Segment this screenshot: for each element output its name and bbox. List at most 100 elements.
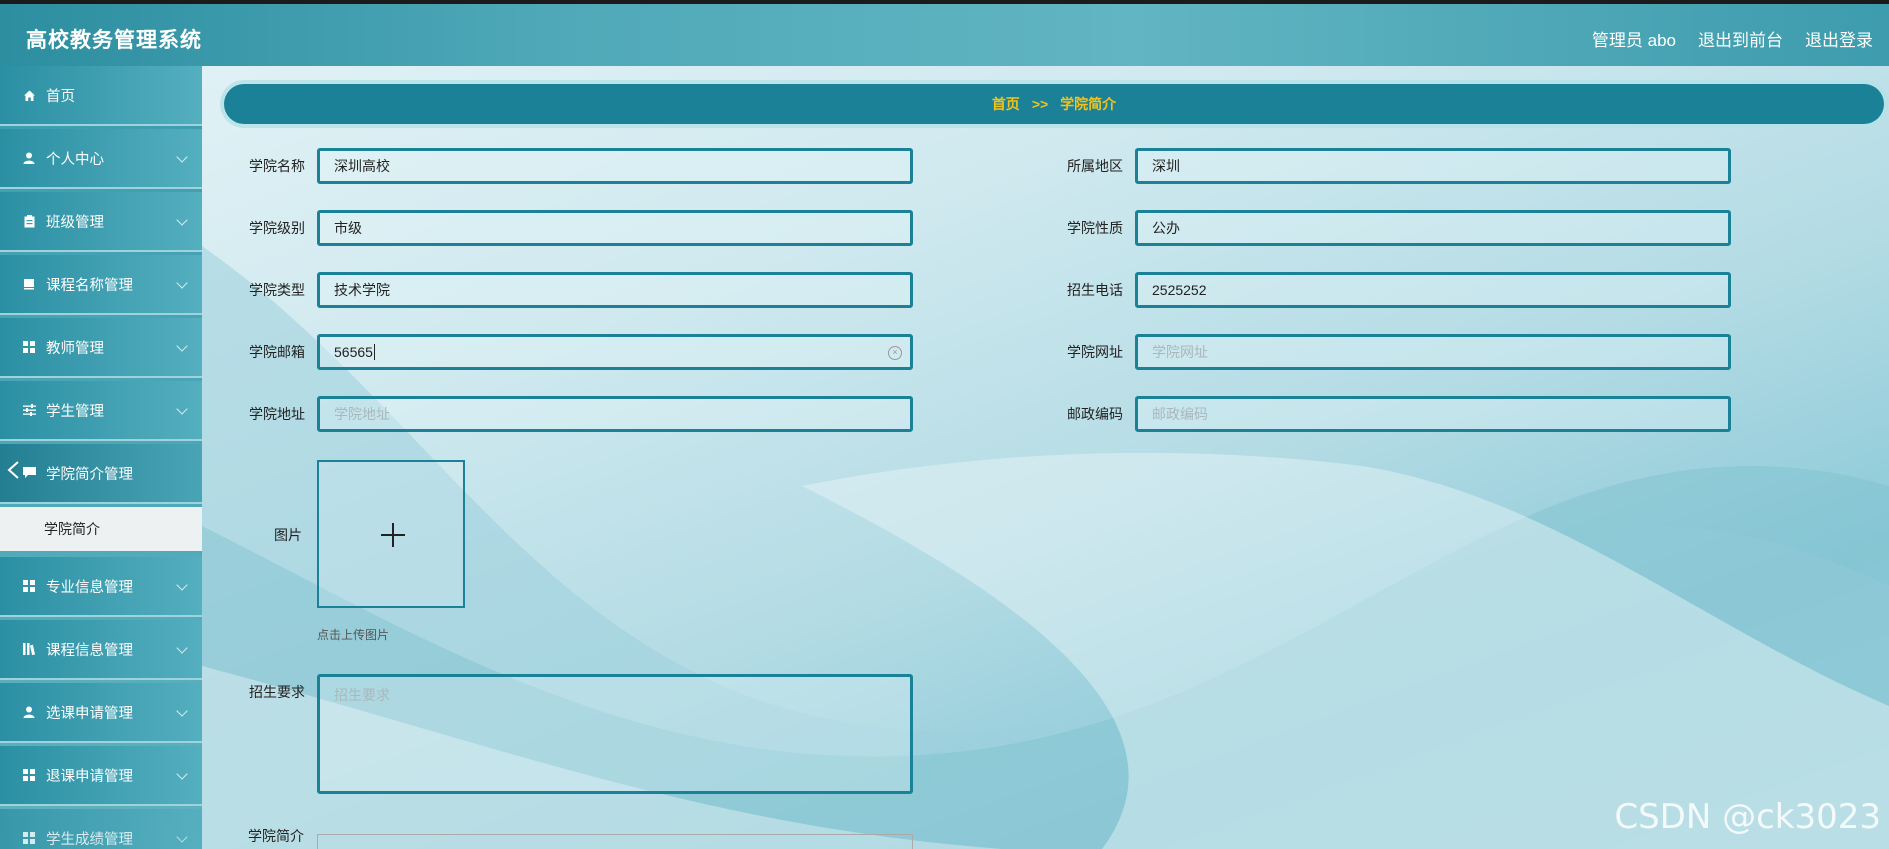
phone-input[interactable]: 2525252 — [1135, 272, 1731, 308]
breadcrumb-separator: >> — [1031, 96, 1049, 112]
email-value: 56565 — [334, 344, 373, 360]
field-label: 学院地址 — [249, 406, 305, 422]
sidebar-item-home[interactable]: 首页 — [0, 66, 202, 126]
address-input[interactable]: 学院地址 — [317, 396, 913, 432]
field-region: 所属地区 深圳 — [1053, 148, 1731, 184]
field-label: 学院性质 — [1067, 220, 1123, 236]
breadcrumb: 首页 >> 学院简介 — [224, 84, 1884, 124]
sidebar-item-label: 选课申请管理 — [46, 705, 133, 722]
region-input[interactable]: 深圳 — [1135, 148, 1731, 184]
bars-icon — [22, 642, 36, 656]
breadcrumb-current: 学院简介 — [1060, 96, 1117, 112]
sidebar-item-class[interactable]: 班级管理 — [0, 192, 202, 252]
website-input[interactable]: 学院网址 — [1135, 334, 1731, 370]
chevron-down-icon — [176, 642, 188, 654]
chevron-down-icon — [176, 831, 188, 843]
type-input[interactable]: 技术学院 — [317, 272, 913, 308]
chevron-down-icon — [176, 151, 188, 163]
sidebar-subitem-college-intro[interactable]: 学院简介 — [0, 507, 202, 551]
sidebar-item-personal[interactable]: 个人中心 — [0, 129, 202, 189]
sidebar-item-label: 退课申请管理 — [46, 768, 133, 785]
logout-link[interactable]: 退出登录 — [1805, 26, 1873, 51]
intro-label: 学院简介 — [248, 828, 304, 844]
image-label: 图片 — [274, 527, 302, 543]
user-icon — [22, 151, 36, 165]
sidebar-item-label: 教师管理 — [46, 340, 104, 357]
sidebar-item-teacher[interactable]: 教师管理 — [0, 318, 202, 378]
college-name-input[interactable]: 深圳高校 — [317, 148, 913, 184]
level-input[interactable]: 市级 — [317, 210, 913, 246]
clipboard-icon — [22, 214, 36, 228]
field-label: 招生要求 — [249, 684, 305, 700]
app-title: 高校教务管理系统 — [26, 29, 202, 52]
sidebar-item-grades[interactable]: 学生成绩管理 — [0, 809, 202, 849]
sidebar-item-course-name[interactable]: 课程名称管理 — [0, 255, 202, 315]
exit-to-front-link[interactable]: 退出到前台 — [1698, 26, 1783, 51]
sidebar-item-label: 学生管理 — [46, 403, 104, 420]
field-website: 学院网址 学院网址 — [1053, 334, 1731, 370]
grid-icon — [22, 340, 36, 354]
intro-editor[interactable] — [317, 834, 913, 849]
grid-icon — [22, 831, 36, 845]
text-caret — [373, 344, 375, 360]
field-nature: 学院性质 公办 — [1053, 210, 1731, 246]
field-label: 学院类型 — [249, 282, 305, 298]
chevron-left-icon — [7, 461, 19, 479]
sidebar-item-course-select[interactable]: 选课申请管理 — [0, 683, 202, 743]
grid-icon — [22, 768, 36, 782]
sidebar-item-label: 个人中心 — [46, 151, 104, 168]
field-requirements: 招生要求 招生要求 — [202, 674, 913, 794]
field-postcode: 邮政编码 邮政编码 — [1053, 396, 1731, 432]
sidebar-item-college-intro[interactable]: 学院简介管理 — [0, 444, 202, 504]
header-actions: 管理员 abo 退出到前台 退出登录 — [1592, 26, 1873, 51]
grid-icon — [22, 579, 36, 593]
field-label: 学院邮箱 — [249, 344, 305, 360]
clear-icon[interactable]: × — [888, 346, 902, 360]
sidebar: 首页 个人中心 班级管理 课程名称管理 教师管理 学生管理 学院简介管理 学院简… — [0, 66, 202, 849]
chevron-down-icon — [176, 579, 188, 591]
home-icon — [22, 88, 36, 102]
image-upload[interactable] — [317, 460, 465, 608]
field-label: 学院名称 — [249, 158, 305, 174]
chevron-down-icon — [176, 403, 188, 415]
sidebar-item-label: 课程信息管理 — [46, 642, 133, 659]
field-label: 邮政编码 — [1067, 406, 1123, 422]
sidebar-item-label: 班级管理 — [46, 214, 104, 231]
breadcrumb-home[interactable]: 首页 — [992, 94, 1020, 114]
top-header: 高校教务管理系统 管理员 abo 退出到前台 退出登录 — [0, 4, 1889, 66]
sidebar-item-label: 专业信息管理 — [46, 579, 133, 596]
sidebar-item-label: 学生成绩管理 — [46, 831, 133, 848]
sidebar-item-student[interactable]: 学生管理 — [0, 381, 202, 441]
user-icon — [22, 705, 36, 719]
field-type: 学院类型 技术学院 — [235, 272, 913, 308]
field-phone: 招生电话 2525252 — [1053, 272, 1731, 308]
chevron-down-icon — [176, 277, 188, 289]
sidebar-item-course-info[interactable]: 课程信息管理 — [0, 620, 202, 680]
watermark: CSDN @ck3023 — [1614, 797, 1881, 837]
sliders-icon — [22, 403, 36, 417]
sidebar-item-course-drop[interactable]: 退课申请管理 — [0, 746, 202, 806]
email-input[interactable]: 56565 × — [317, 334, 913, 370]
sidebar-item-label: 学院简介管理 — [46, 466, 133, 483]
field-level: 学院级别 市级 — [235, 210, 913, 246]
field-college-name: 学院名称 深圳高校 — [235, 148, 913, 184]
requirements-textarea[interactable]: 招生要求 — [317, 674, 913, 794]
field-label: 所属地区 — [1067, 158, 1123, 174]
main-content: 首页 >> 学院简介 学院名称 深圳高校 所属地区 深圳 学院级别 市级 学院性… — [202, 66, 1889, 849]
admin-name[interactable]: 管理员 abo — [1592, 26, 1676, 51]
book-icon — [22, 277, 36, 291]
field-label: 招生电话 — [1067, 282, 1123, 298]
chevron-down-icon — [176, 214, 188, 226]
sidebar-item-label: 首页 — [46, 88, 75, 105]
chevron-down-icon — [176, 705, 188, 717]
field-label: 学院级别 — [249, 220, 305, 236]
plus-icon-vertical — [392, 523, 394, 547]
sidebar-item-major[interactable]: 专业信息管理 — [0, 557, 202, 617]
nature-input[interactable]: 公办 — [1135, 210, 1731, 246]
field-address: 学院地址 学院地址 — [235, 396, 913, 432]
chevron-down-icon — [176, 340, 188, 352]
sidebar-item-label: 课程名称管理 — [46, 277, 133, 294]
chat-icon — [22, 466, 36, 480]
postcode-input[interactable]: 邮政编码 — [1135, 396, 1731, 432]
upload-hint: 点击上传图片 — [317, 628, 390, 642]
